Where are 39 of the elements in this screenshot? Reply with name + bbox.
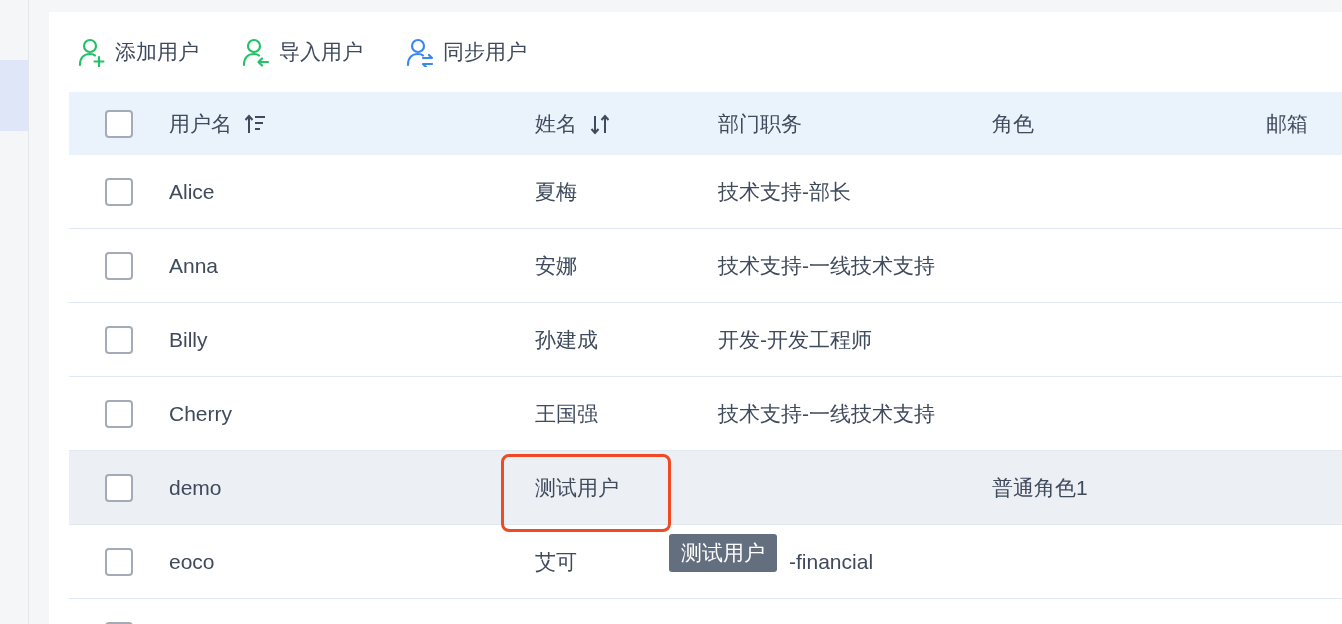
table-cell: demo bbox=[169, 475, 222, 500]
sort-icon[interactable] bbox=[589, 112, 611, 135]
checkbox[interactable] bbox=[105, 177, 133, 206]
column-header: 邮箱 bbox=[1266, 110, 1308, 137]
table-cell-text: 普通角色1 bbox=[992, 474, 1088, 501]
table-cell: Billy bbox=[169, 327, 208, 352]
checkbox[interactable] bbox=[105, 399, 133, 428]
column-header: 姓名 bbox=[535, 110, 577, 137]
table-cell: eoco bbox=[169, 549, 215, 574]
toolbar-button[interactable]: 添加用户 bbox=[77, 37, 199, 67]
column-header: 用户名 bbox=[169, 110, 232, 137]
table-cell-text: 技术支持-部长 bbox=[718, 178, 851, 205]
toolbar-button[interactable]: 导入用户 bbox=[241, 37, 363, 67]
table-cell-text: 技术支持-一线技术支持 bbox=[718, 400, 935, 427]
table-cell-text: 开发-开发工程师 bbox=[718, 326, 872, 353]
column-header: 角色 bbox=[992, 110, 1034, 137]
table-cell-text: 技术支持-一线技术支持 bbox=[718, 252, 935, 279]
table-cell-text: 夏梅 bbox=[535, 178, 577, 205]
column-header: 部门职务 bbox=[718, 110, 802, 137]
table-cell-text: 孙建成 bbox=[535, 326, 598, 353]
toolbar-button[interactable]: 同步用户 bbox=[405, 37, 527, 67]
sort-icon[interactable] bbox=[244, 112, 266, 135]
checkbox[interactable] bbox=[105, 109, 133, 138]
user-plus-icon bbox=[77, 37, 107, 67]
table-cell-text: 测试用户 bbox=[535, 474, 619, 501]
tooltip: 测试用户 bbox=[669, 534, 777, 572]
table-cell: -financial bbox=[789, 549, 874, 574]
table-cell: Alice bbox=[169, 179, 215, 204]
user-swap-icon bbox=[405, 37, 435, 67]
table-cell: Anna bbox=[169, 253, 219, 278]
table-cell: Cherry bbox=[169, 401, 232, 426]
user-arrow-icon bbox=[241, 37, 271, 67]
checkbox[interactable] bbox=[105, 473, 133, 502]
checkbox[interactable] bbox=[105, 251, 133, 280]
table-cell-text: 王国强 bbox=[535, 400, 598, 427]
checkbox[interactable] bbox=[105, 547, 133, 576]
table-cell-text: 安娜 bbox=[535, 252, 577, 279]
checkbox[interactable] bbox=[105, 325, 133, 354]
table-cell-text: 艾可 bbox=[535, 548, 577, 575]
